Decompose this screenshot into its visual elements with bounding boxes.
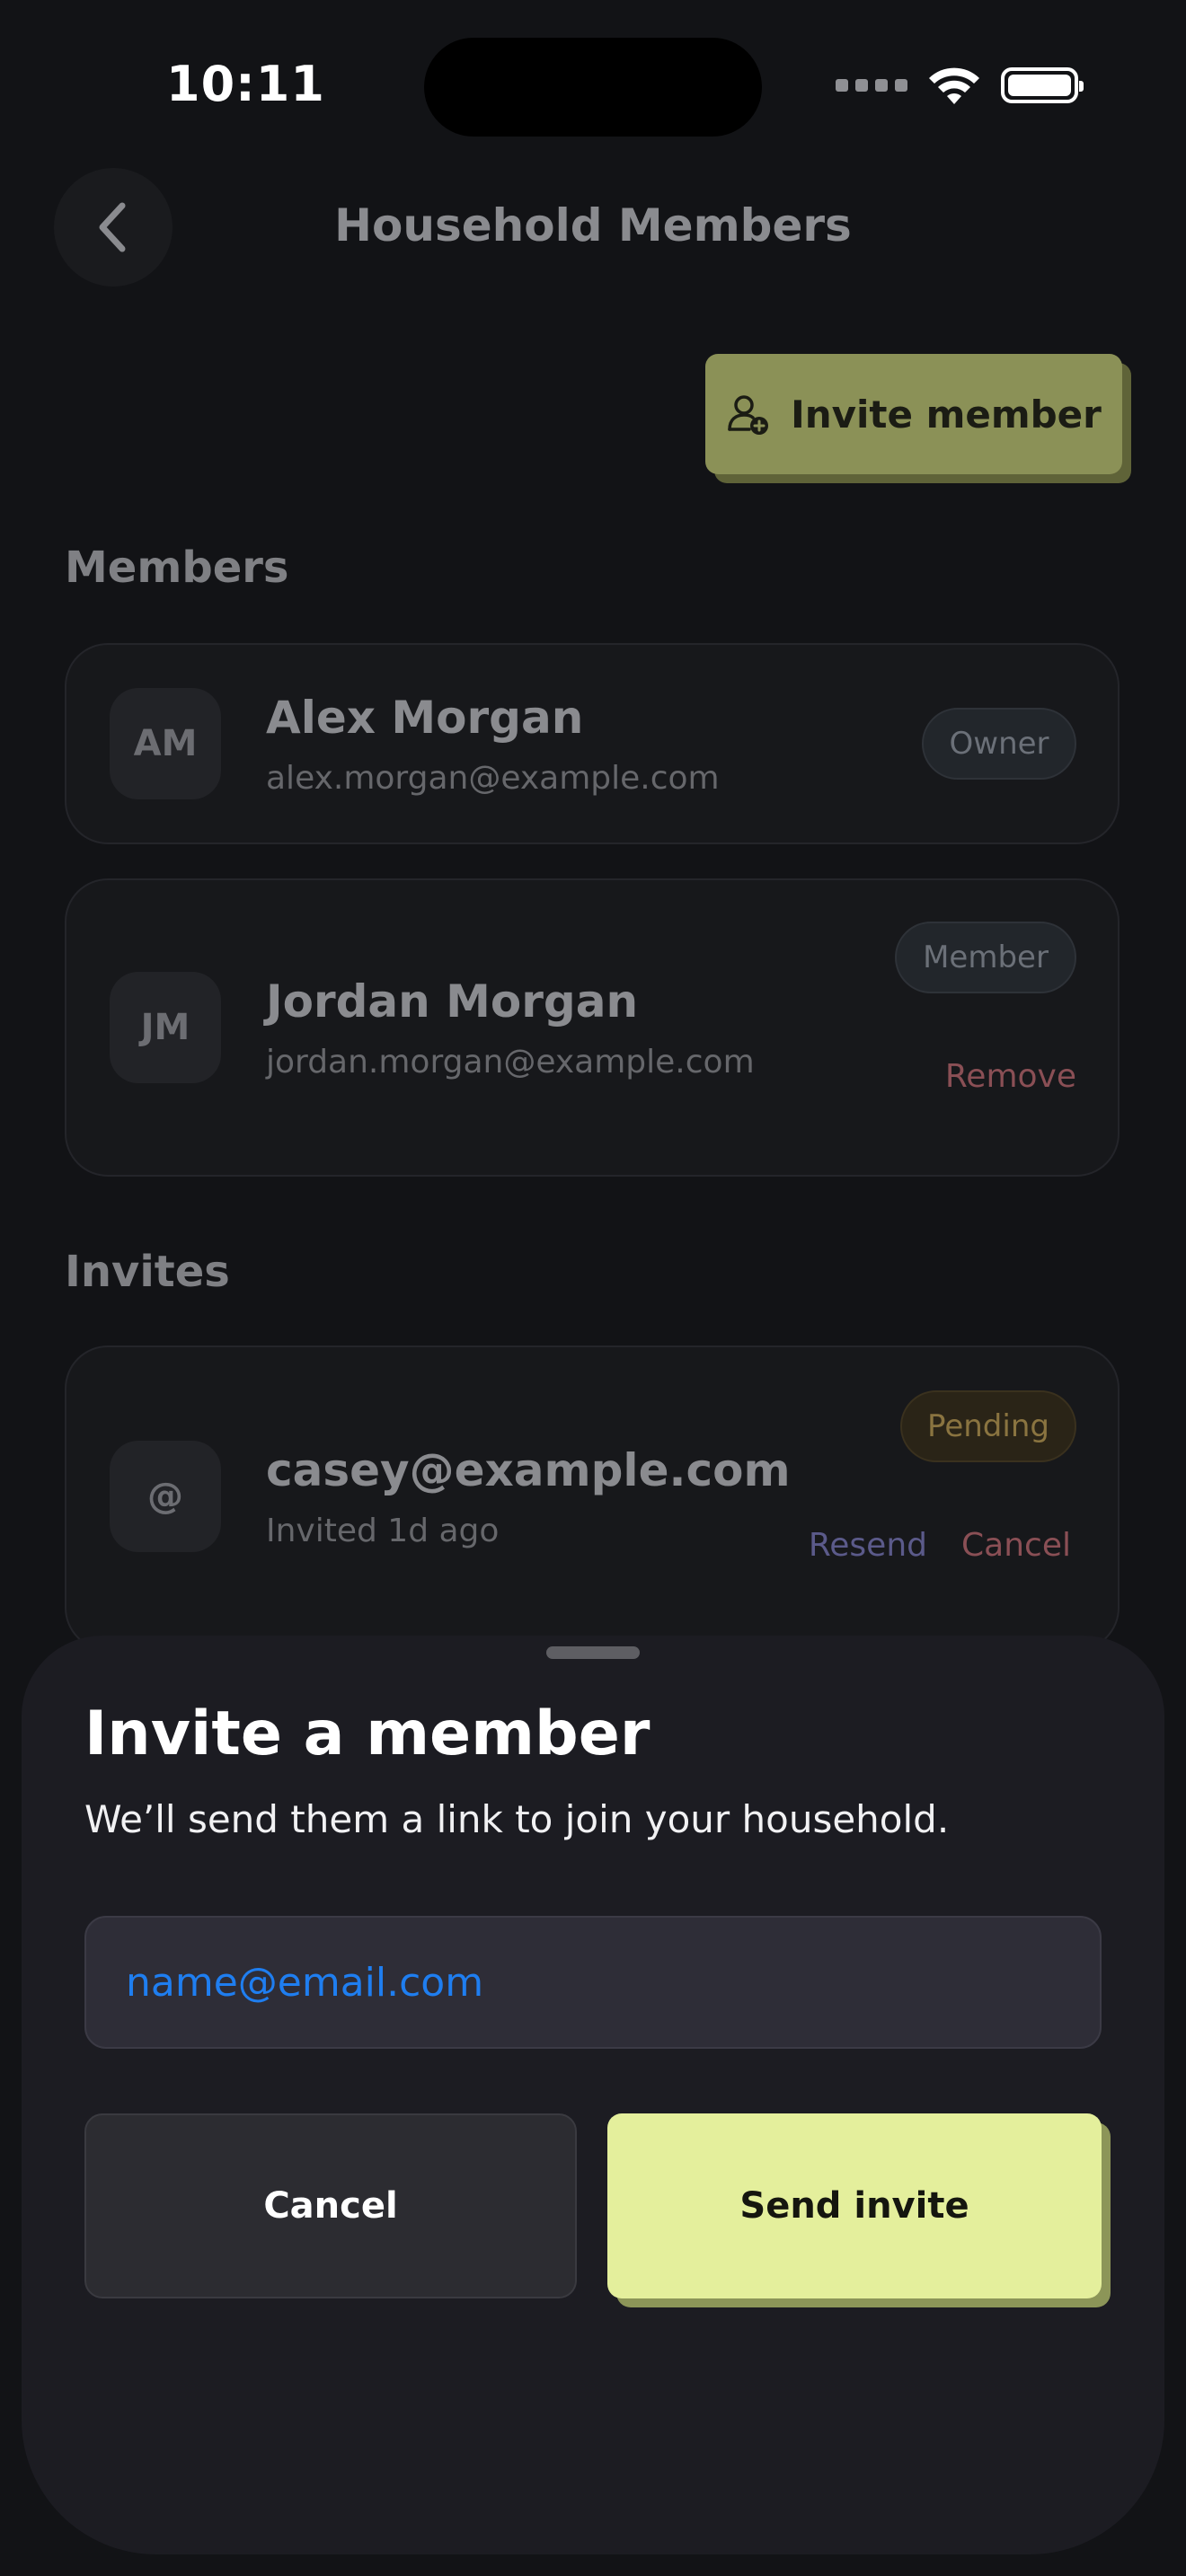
page-title: Household Members (334, 199, 852, 251)
avatar: JM (110, 972, 221, 1083)
cellular-signal-icon (836, 79, 907, 92)
email-input[interactable] (84, 1916, 1102, 2049)
resend-invite-button[interactable]: Resend (809, 1527, 927, 1564)
send-invite-button[interactable]: Send invite (607, 2113, 1102, 2298)
sheet-title: Invite a member (84, 1698, 651, 1769)
status-badge-pending: Pending (900, 1390, 1076, 1462)
invite-member-button[interactable]: Invite member (705, 354, 1122, 474)
invite-member-sheet: Invite a member We’ll send them a link t… (22, 1636, 1164, 2554)
member-email: jordan.morgan@example.com (266, 1044, 755, 1081)
cancel-invite-button[interactable]: Cancel (961, 1527, 1071, 1564)
member-name: Alex Morgan (266, 692, 584, 744)
member-card-jordan: JM Jordan Morgan jordan.morgan@example.c… (65, 878, 1120, 1177)
member-card-alex: AM Alex Morgan alex.morgan@example.com O… (65, 643, 1120, 844)
role-badge-owner: Owner (922, 708, 1076, 780)
invite-card-casey: @ casey@example.com Invited 1d ago Pendi… (65, 1345, 1120, 1651)
invites-section-title: Invites (65, 1247, 230, 1297)
invite-member-label: Invite member (791, 392, 1102, 437)
remove-member-button[interactable]: Remove (945, 1058, 1076, 1095)
battery-icon (1001, 67, 1084, 103)
user-plus-icon (728, 395, 769, 435)
screen: 10:11 Household Members Invite member Me… (0, 0, 1186, 2576)
role-badge-member: Member (895, 922, 1076, 993)
member-email: alex.morgan@example.com (266, 760, 720, 797)
status-time: 10:11 (166, 56, 325, 112)
avatar: AM (110, 688, 221, 799)
status-icons (836, 65, 1084, 106)
wifi-icon (929, 67, 979, 104)
member-name: Jordan Morgan (266, 975, 639, 1028)
dynamic-island (424, 38, 762, 137)
invite-email: casey@example.com (266, 1444, 791, 1496)
invite-avatar: @ (110, 1441, 221, 1552)
members-section-title: Members (65, 543, 289, 593)
sheet-grabber[interactable] (546, 1646, 640, 1659)
invite-meta: Invited 1d ago (266, 1513, 500, 1549)
cancel-button[interactable]: Cancel (84, 2113, 577, 2298)
sheet-subtitle: We’ll send them a link to join your hous… (84, 1797, 950, 1841)
